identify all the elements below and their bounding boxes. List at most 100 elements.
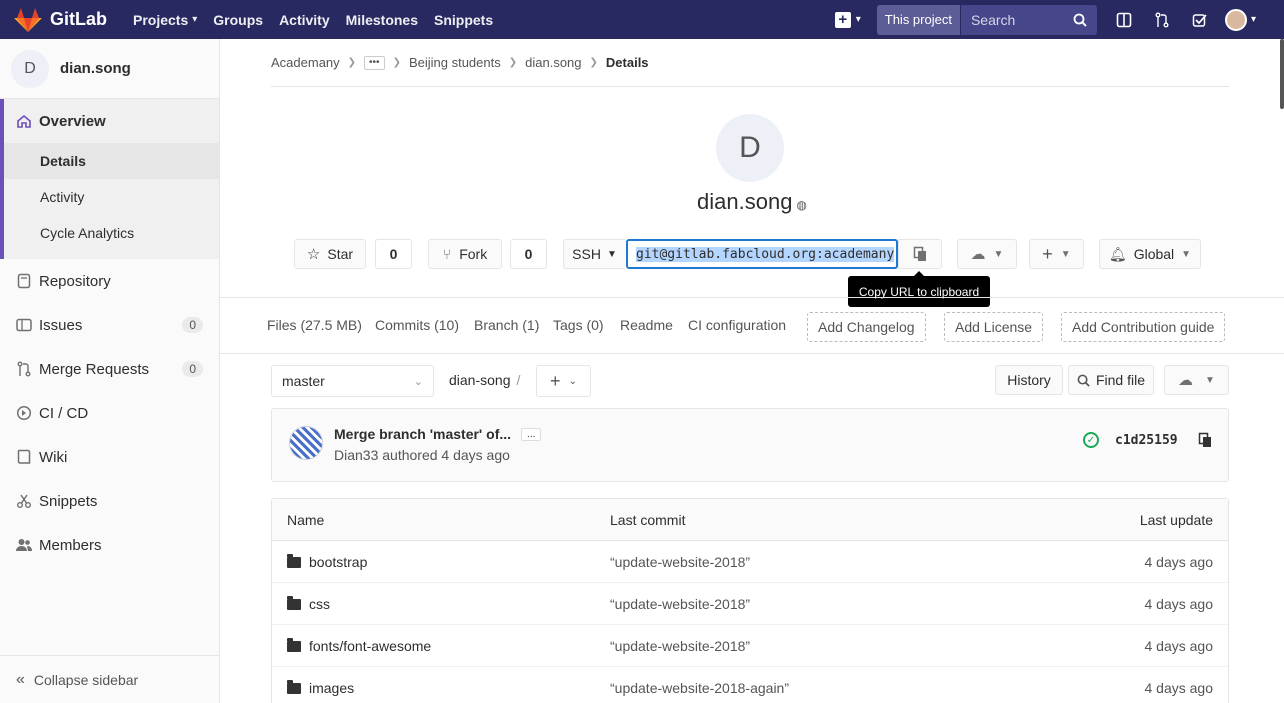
history-button[interactable]: History: [995, 365, 1063, 395]
commit-author-line: Dian33 authored 4 days ago: [334, 447, 510, 463]
caret-down-icon: ▼: [1181, 248, 1192, 260]
nav-groups[interactable]: Groups: [213, 12, 263, 28]
commit-message-text[interactable]: Merge branch 'master' of...: [334, 426, 511, 442]
clone-protocol-dropdown[interactable]: SSH ▼: [563, 239, 625, 269]
branch-select[interactable]: master ⌄: [271, 365, 434, 397]
nav-activity[interactable]: Activity: [279, 12, 330, 28]
sidebar-toggle-icon[interactable]: [1111, 0, 1137, 39]
star-count[interactable]: 0: [375, 239, 412, 269]
todo-check-icon[interactable]: [1187, 0, 1213, 39]
clone-url-input[interactable]: git@gitlab.fabcloud.org:academany: [626, 239, 898, 269]
new-dropdown-button[interactable]: + ▾: [834, 11, 861, 28]
sidebar-item-ci-cd[interactable]: CI / CD: [0, 391, 219, 435]
table-row[interactable]: bootstrap “update-website-2018” 4 days a…: [272, 541, 1228, 583]
stat-ci-configuration[interactable]: CI configuration: [688, 317, 786, 333]
stat-commits[interactable]: Commits (10): [375, 317, 459, 333]
sidebar-item-snippets[interactable]: Snippets: [0, 479, 219, 523]
add-license-button[interactable]: Add License: [944, 312, 1044, 342]
issues-icon: [16, 317, 32, 333]
search-scope-badge[interactable]: This project: [876, 4, 961, 35]
header-last-commit: Last commit: [610, 512, 686, 528]
sidebar-item-merge-requests-label: Merge Requests: [39, 360, 150, 378]
chevron-down-icon: ▾: [855, 14, 861, 25]
fork-count[interactable]: 0: [510, 239, 547, 269]
pipeline-success-icon[interactable]: ✓: [1083, 432, 1099, 448]
file-last-commit[interactable]: “update-website-2018”: [610, 638, 750, 654]
download-source-dropdown[interactable]: ☁ ▼: [1164, 365, 1229, 395]
sidebar-item-overview[interactable]: Overview: [0, 99, 219, 143]
cloud-download-icon: ☁: [1178, 372, 1194, 389]
caret-down-icon: ▼: [1060, 248, 1071, 260]
sidebar-project-header[interactable]: D dian.song: [0, 39, 219, 99]
stat-tags[interactable]: Tags (0): [553, 317, 604, 333]
star-button[interactable]: ☆ Star: [294, 239, 366, 269]
chevron-right-icon: ❯: [589, 57, 598, 68]
stat-files[interactable]: Files (27.5 MB): [267, 317, 362, 333]
commit-author-avatar[interactable]: [289, 426, 323, 460]
breadcrumb-expand-button[interactable]: •••: [364, 55, 385, 70]
chevron-down-icon: ▾: [1250, 14, 1256, 25]
breadcrumb-beijing-students[interactable]: Beijing students: [409, 55, 501, 70]
breadcrumb-details[interactable]: Details: [606, 55, 649, 70]
chevron-right-icon: ❯: [347, 57, 357, 68]
find-file-button[interactable]: Find file: [1068, 365, 1154, 395]
download-dropdown-button[interactable]: ☁ ▼: [957, 239, 1017, 269]
file-last-commit[interactable]: “update-website-2018”: [610, 554, 750, 570]
sidebar-item-issues-label: Issues: [39, 316, 83, 334]
search-input[interactable]: Search: [960, 4, 1097, 35]
user-menu[interactable]: ▾: [1224, 8, 1256, 31]
sidebar-item-issues[interactable]: Issues 0: [0, 303, 219, 347]
merge-request-icon[interactable]: [1149, 0, 1175, 39]
collapse-sidebar-button[interactable]: « Collapse sidebar: [0, 655, 219, 703]
nav-snippets[interactable]: Snippets: [434, 12, 493, 28]
top-navbar: GitLab Projects ▾ Groups Activity Milesto…: [0, 0, 1284, 39]
sidebar-item-wiki[interactable]: Wiki: [0, 435, 219, 479]
sidebar-sub-activity[interactable]: Activity: [4, 179, 219, 215]
stat-branch[interactable]: Branch (1): [474, 317, 539, 333]
issues-count-badge: 0: [182, 317, 203, 333]
sidebar-item-repository[interactable]: Repository: [0, 259, 219, 303]
add-changelog-button[interactable]: Add Changelog: [807, 312, 926, 342]
gitlab-home-link[interactable]: GitLab: [14, 7, 107, 33]
stat-readme[interactable]: Readme: [620, 317, 673, 333]
commit-expand-button[interactable]: ...: [521, 427, 542, 441]
file-last-commit[interactable]: “update-website-2018-again”: [610, 680, 789, 696]
sidebar-item-snippets-label: Snippets: [39, 492, 98, 510]
copy-sha-icon[interactable]: [1198, 432, 1212, 448]
nav-groups-label: Groups: [213, 11, 264, 28]
notification-dropdown-button[interactable]: 🔔︎ Global ▼: [1099, 239, 1201, 269]
nav-projects[interactable]: Projects ▾: [133, 12, 197, 28]
breadcrumb-dian-song[interactable]: dian.song: [525, 55, 581, 70]
file-name[interactable]: bootstrap: [309, 554, 367, 570]
sidebar-project-name: dian.song: [60, 60, 131, 77]
clipboard-icon: [913, 246, 926, 261]
fork-button[interactable]: ⑂ Fork: [428, 239, 502, 269]
chevron-right-icon: ❯: [508, 57, 518, 68]
add-file-dropdown-button[interactable]: + ⌄: [536, 365, 591, 397]
sidebar-item-merge-requests[interactable]: Merge Requests 0: [0, 347, 219, 391]
sidebar-item-ci-cd-label: CI / CD: [39, 404, 89, 422]
file-name[interactable]: images: [309, 680, 354, 696]
sidebar-sub-cycle-analytics[interactable]: Cycle Analytics: [4, 215, 219, 251]
breadcrumb-academany[interactable]: Academany: [271, 55, 340, 70]
find-file-label: Find file: [1095, 372, 1146, 388]
plus-square-icon: +: [834, 11, 851, 28]
commit-sha[interactable]: c1d25159: [1115, 433, 1178, 448]
page-scrollbar[interactable]: [1280, 39, 1284, 109]
book-icon: [16, 273, 32, 289]
sidebar-sub-details[interactable]: Details: [4, 143, 219, 179]
cloud-download-icon: ☁: [970, 246, 986, 263]
table-row[interactable]: fonts/font-awesome “update-website-2018”…: [272, 625, 1228, 667]
nav-milestones[interactable]: Milestones: [346, 12, 418, 28]
add-dropdown-button[interactable]: + ▼: [1029, 239, 1084, 269]
file-name[interactable]: fonts/font-awesome: [309, 638, 431, 654]
sidebar-item-members[interactable]: Members: [0, 523, 219, 567]
file-last-commit[interactable]: “update-website-2018”: [610, 596, 750, 612]
file-name[interactable]: css: [309, 596, 330, 612]
copy-url-button[interactable]: [898, 239, 942, 269]
tree-path-root[interactable]: dian-song: [449, 372, 511, 388]
table-row[interactable]: css “update-website-2018” 4 days ago: [272, 583, 1228, 625]
add-contribution-guide-button[interactable]: Add Contribution guide: [1061, 312, 1226, 342]
scissors-icon: [16, 493, 32, 509]
table-row[interactable]: images “update-website-2018-again” 4 day…: [272, 667, 1228, 703]
